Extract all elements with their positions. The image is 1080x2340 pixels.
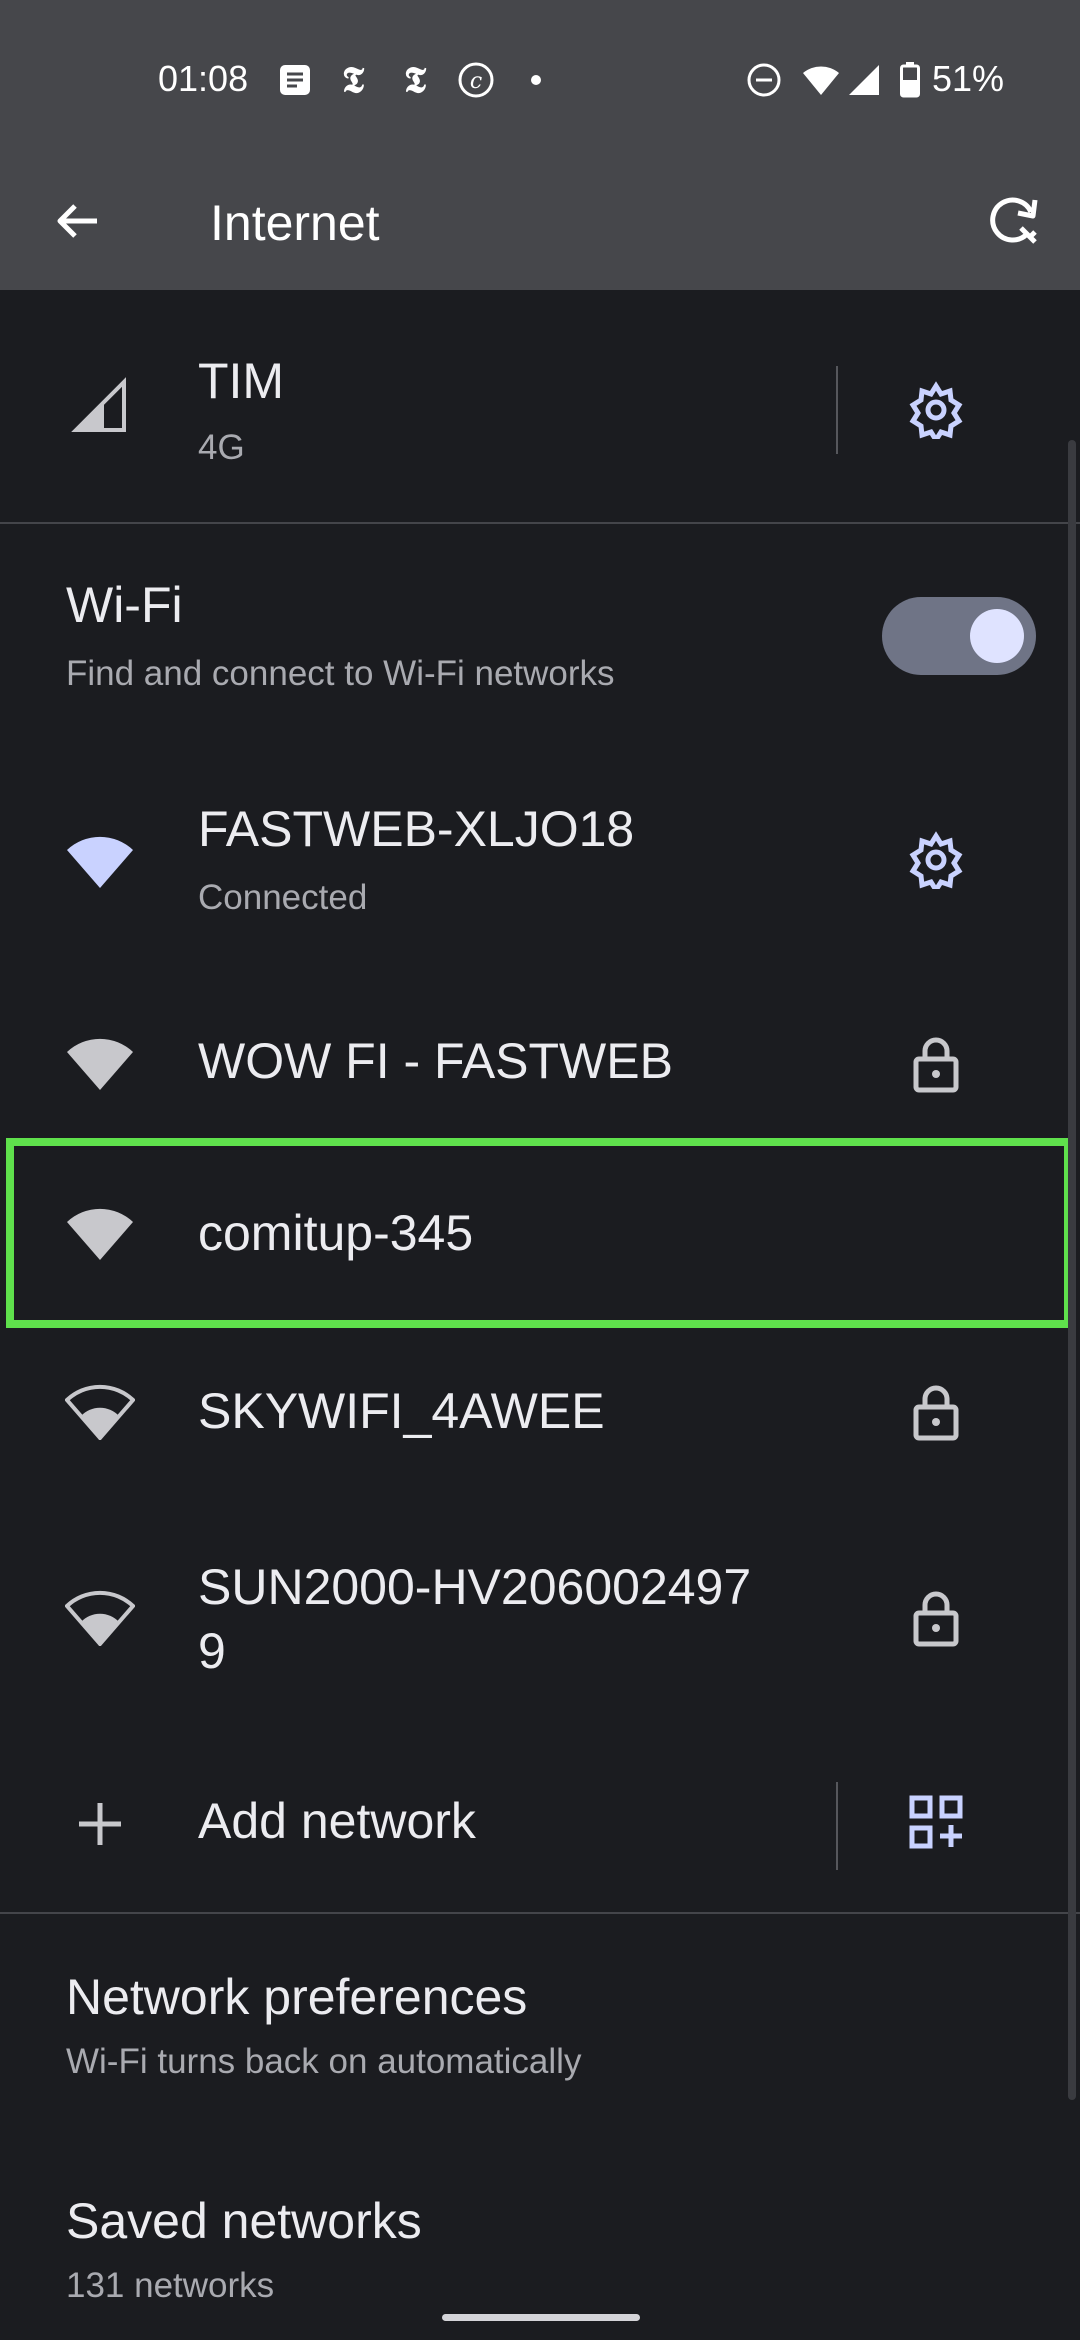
battery-icon (898, 60, 922, 100)
network-row[interactable]: SUN2000-HV206002497 9 (0, 1530, 1080, 1710)
network-settings-button[interactable] (896, 822, 976, 902)
preferences-title: Network preferences (66, 1969, 528, 2025)
network-name: SKYWIFI_4AWEE (198, 1383, 605, 1439)
wifi-subtitle: Find and connect to Wi-Fi networks (66, 654, 615, 693)
network-row[interactable]: WOW FI - FASTWEB (0, 1000, 1080, 1130)
status-time: 01:08 (158, 58, 249, 99)
saved-title: Saved networks (66, 2193, 422, 2249)
saved-subtitle: 131 networks (66, 2266, 275, 2305)
network-preferences-row[interactable]: Network preferences Wi-Fi turns back on … (0, 1914, 1080, 2104)
c-icon: c (456, 60, 496, 100)
battery-percent: 51% (932, 58, 1005, 99)
qr-code-icon (909, 1795, 963, 1854)
divider-vertical (836, 366, 838, 454)
divider-vertical (836, 1782, 838, 1870)
wifi-medium-icon (60, 1372, 140, 1452)
wifi-icon (800, 60, 842, 100)
toggle-knob (970, 609, 1024, 663)
saved-networks-row[interactable]: Saved networks 131 networks (0, 2140, 1080, 2330)
back-button[interactable] (40, 185, 116, 261)
preferences-subtitle: Wi-Fi turns back on automatically (66, 2042, 582, 2081)
mobile-network-row[interactable]: TIM 4G (0, 290, 1080, 522)
network-name: FASTWEB-XLJO18 (198, 801, 635, 857)
selection-highlight (6, 1138, 1072, 1328)
signal-icon (846, 60, 882, 100)
network-type: 4G (198, 428, 245, 467)
refresh-button[interactable] (976, 185, 1052, 261)
header: 01:08 𝕿 𝕿 c 51% Internet (0, 0, 1080, 290)
network-row[interactable]: SKYWIFI_4AWEE (0, 1348, 1080, 1478)
gesture-nav-handle[interactable] (442, 2314, 640, 2321)
dnd-icon (744, 60, 784, 100)
wifi-title: Wi-Fi (66, 577, 183, 633)
scrollbar[interactable] (1068, 440, 1076, 2100)
gear-icon (907, 830, 965, 895)
carrier-name: TIM (198, 353, 285, 409)
add-network-row[interactable]: Add network (0, 1760, 1080, 1890)
mobile-settings-button[interactable] (896, 372, 976, 452)
arrow-back-icon (53, 196, 103, 251)
network-name-line1: SUN2000-HV206002497 (198, 1559, 752, 1615)
lock-icon (896, 1578, 976, 1658)
wifi-full-icon (60, 822, 140, 902)
wifi-full-icon (60, 1024, 140, 1104)
network-row-connected[interactable]: FASTWEB-XLJO18 Connected (0, 760, 1080, 960)
wifi-toggle[interactable] (882, 597, 1036, 675)
lock-icon (896, 1372, 976, 1452)
wifi-medium-icon (60, 1578, 140, 1658)
network-status: Connected (198, 878, 368, 917)
dot-icon (528, 60, 544, 100)
refresh-icon (985, 192, 1043, 255)
page-title: Internet (210, 195, 380, 251)
cell-signal-icon (60, 366, 140, 446)
gear-icon (907, 380, 965, 445)
app-bar: Internet (0, 165, 1080, 290)
nyt-icon: 𝕿 (341, 58, 365, 101)
qr-scan-button[interactable] (896, 1784, 976, 1864)
add-network-label: Add network (198, 1793, 476, 1849)
svg-text:c: c (470, 69, 482, 94)
lock-icon (896, 1024, 976, 1104)
network-name-line2: 9 (198, 1623, 226, 1679)
plus-icon (60, 1784, 140, 1864)
nyt-icon: 𝕿 (403, 58, 427, 101)
network-name: WOW FI - FASTWEB (198, 1033, 673, 1089)
notification-icon (276, 60, 314, 100)
internet-settings-screen: 01:08 𝕿 𝕿 c 51% Internet TIM 4G Wi-Fi Fi… (0, 0, 1080, 2340)
status-bar: 01:08 𝕿 𝕿 c 51% (0, 0, 1080, 165)
